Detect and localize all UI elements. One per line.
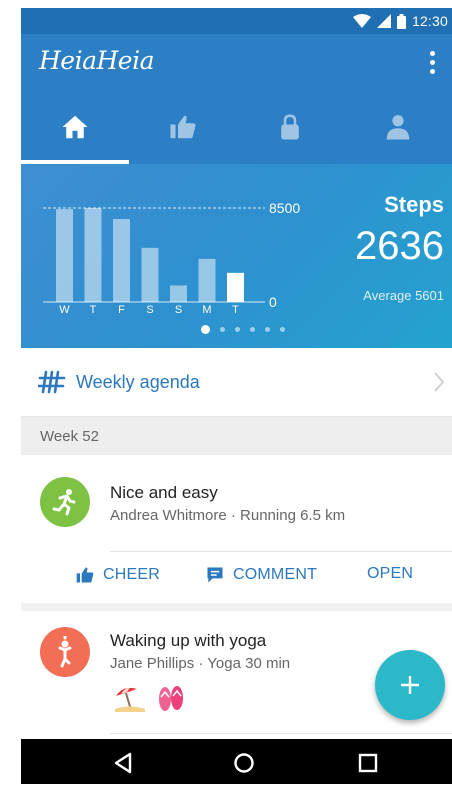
beach-umbrella-icon — [115, 687, 145, 712]
bar — [170, 285, 187, 302]
home-button[interactable] — [230, 749, 258, 777]
status-bar: 12:30 — [21, 8, 452, 34]
steps-panel[interactable]: 8500 0 W T F S S M T Steps 2636 Average 5601 — [21, 164, 452, 348]
x-tick-label: S — [146, 304, 153, 316]
tab-bar — [21, 90, 452, 164]
bar — [113, 219, 130, 302]
phone-screen: 12:30 HeiaHeia 8500 0 W T F S S M T Steps 2636 A… — [21, 8, 452, 784]
system-nav-bar — [21, 739, 452, 784]
running-icon — [52, 489, 76, 516]
plus-icon — [401, 676, 419, 694]
more-vert-icon[interactable] — [422, 48, 442, 76]
x-tick-label: M — [202, 304, 211, 316]
status-time: 12:30 — [411, 13, 448, 29]
comment-icon — [207, 567, 223, 583]
page-dot — [279, 327, 285, 332]
page-dot — [200, 325, 210, 334]
reactions — [113, 683, 185, 713]
x-tick-label: W — [59, 304, 70, 316]
page-dot — [264, 327, 270, 332]
week-header: Week 52 — [21, 417, 452, 455]
recents-icon — [358, 753, 378, 773]
weekly-agenda-label: Weekly agenda — [76, 371, 200, 392]
page-dot — [249, 327, 255, 332]
steps-average: Average 5601 — [363, 288, 444, 303]
bar — [198, 258, 216, 302]
add-activity-button[interactable] — [375, 650, 445, 720]
tick-label-zero: 0 — [269, 294, 277, 310]
tab-home[interactable] — [21, 90, 129, 164]
lock-icon — [281, 114, 300, 140]
steps-label: Steps — [384, 192, 444, 217]
bar — [84, 208, 102, 302]
steps-value: 2636 — [355, 224, 444, 268]
comment-button[interactable]: COMMENT — [205, 565, 317, 585]
person-icon — [386, 115, 410, 140]
feed-item-actions: CHEER COMMENT OPEN — [21, 551, 452, 601]
cheer-button[interactable]: CHEER — [75, 565, 160, 585]
x-tick-label: T — [232, 304, 239, 316]
thumbs-up-icon — [170, 115, 196, 139]
x-tick-label: F — [118, 304, 125, 316]
avatar — [40, 627, 90, 677]
back-icon — [114, 752, 132, 774]
feed-item-subtitle: Andrea Whitmore · Running 6.5 km — [110, 507, 346, 524]
tally-hash-icon — [38, 370, 66, 394]
bar — [141, 247, 159, 302]
tick-label-max: 8500 — [269, 200, 300, 216]
tab-goals[interactable] — [237, 90, 345, 164]
open-label: OPEN — [367, 565, 414, 582]
tab-profile[interactable] — [344, 90, 452, 164]
home-icon — [62, 115, 88, 139]
page-indicator — [21, 325, 452, 334]
flip-flops-icon — [159, 686, 183, 711]
divider — [110, 733, 452, 734]
feed-item-title: Waking up with yoga — [110, 631, 267, 650]
page-dot — [219, 327, 225, 332]
back-button[interactable] — [109, 749, 137, 777]
steps-chart: 8500 0 W T F S S M T — [43, 200, 300, 316]
thumbs-up-icon — [76, 567, 94, 583]
x-tick-label: T — [90, 304, 97, 316]
wifi-icon — [352, 14, 371, 28]
chevron-right-icon — [434, 372, 445, 392]
tab-cheers[interactable] — [129, 90, 237, 164]
cheer-label: CHEER — [103, 566, 161, 583]
open-button[interactable]: OPEN — [367, 565, 413, 583]
battery-icon — [396, 13, 406, 29]
x-tick-label: S — [175, 304, 182, 316]
feed-item-title: Nice and easy — [110, 483, 218, 502]
recents-button[interactable] — [354, 749, 382, 777]
yoga-icon — [58, 636, 72, 668]
cell-signal-icon — [376, 14, 391, 28]
week-header-label: Week 52 — [40, 428, 99, 445]
home-circle-icon — [234, 753, 254, 773]
app-logo: HeiaHeia — [39, 46, 155, 75]
app-bar: HeiaHeia — [21, 34, 452, 90]
page-dot — [234, 327, 240, 332]
comment-label: COMMENT — [233, 566, 318, 583]
feed-item[interactable]: Nice and easy Andrea Whitmore · Running … — [21, 455, 452, 603]
bar — [56, 209, 73, 302]
bar — [227, 272, 244, 302]
avatar — [40, 477, 90, 527]
feed-item-subtitle: Jane Phillips · Yoga 30 min — [110, 655, 291, 672]
weekly-agenda-row[interactable]: Weekly agenda — [21, 348, 452, 417]
